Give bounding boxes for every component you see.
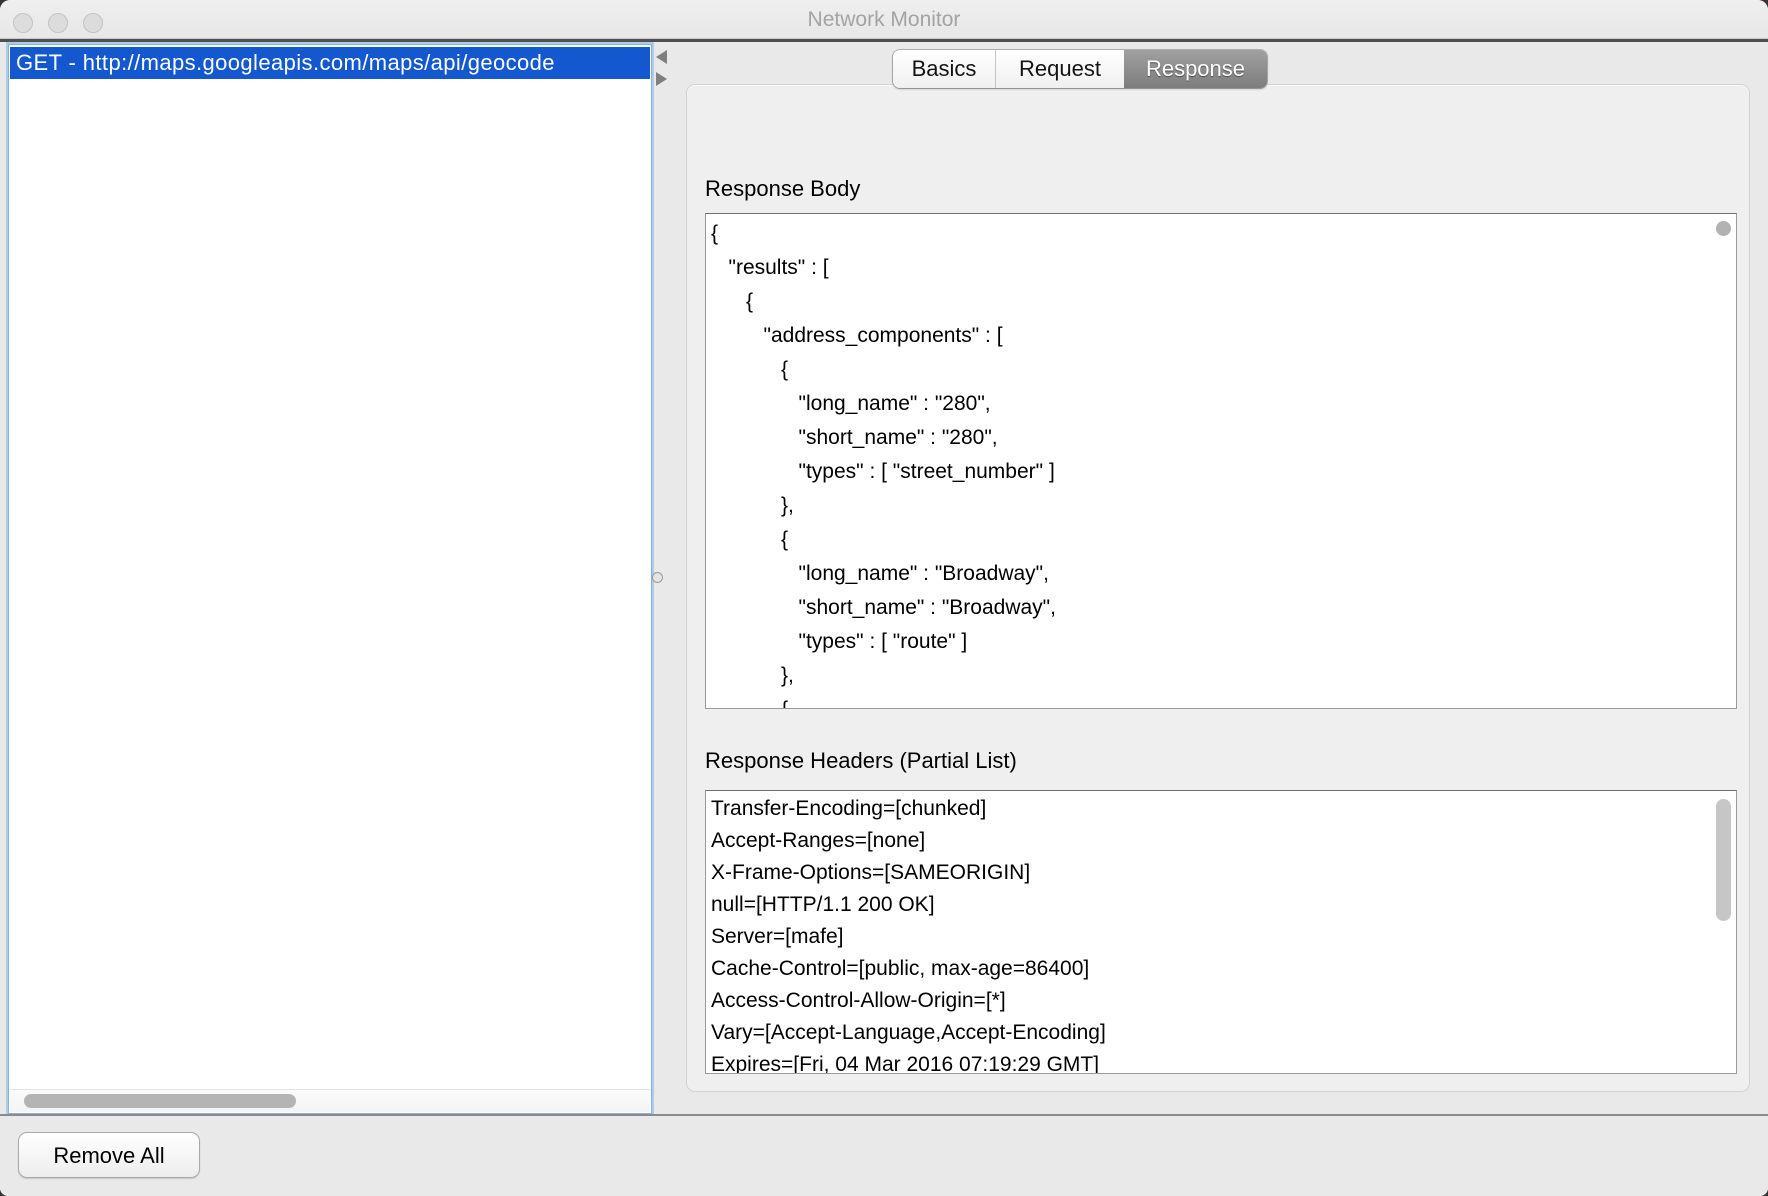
body-scroll-thumb[interactable] — [1716, 221, 1731, 236]
response-headers-textarea[interactable]: Transfer-Encoding=[chunked] Accept-Range… — [705, 790, 1737, 1074]
response-body-text: { "results" : [ { "address_components" :… — [706, 214, 1736, 709]
content-top-divider — [0, 39, 1768, 42]
tab-request[interactable]: Request — [996, 50, 1124, 88]
tab-basics[interactable]: Basics — [893, 50, 996, 88]
tab-bar: Basics Request Response — [893, 50, 1267, 88]
remove-all-button[interactable]: Remove All — [18, 1132, 200, 1178]
request-list-item-selected[interactable]: GET - http://maps.googleapis.com/maps/ap… — [10, 47, 650, 79]
split-collapse-right-icon[interactable] — [656, 72, 667, 86]
horizontal-scroll-thumb[interactable] — [24, 1094, 296, 1108]
response-body-label: Response Body — [705, 176, 860, 202]
network-monitor-window: Network Monitor GET - http://maps.google… — [0, 0, 1768, 1196]
title-bar: Network Monitor — [0, 0, 1768, 39]
response-headers-label: Response Headers (Partial List) — [705, 748, 1017, 774]
request-list[interactable]: GET - http://maps.googleapis.com/maps/ap… — [8, 44, 652, 1114]
response-headers-text: Transfer-Encoding=[chunked] Accept-Range… — [706, 791, 1736, 1074]
request-list-horizontal-scrollbar[interactable] — [10, 1089, 650, 1112]
footer-bar: Remove All — [0, 1116, 1768, 1196]
window-title: Network Monitor — [0, 8, 1768, 32]
tab-response[interactable]: Response — [1124, 50, 1267, 88]
headers-scroll-thumb[interactable] — [1716, 799, 1731, 921]
split-collapse-left-icon[interactable] — [656, 50, 667, 64]
splitter-handle-icon[interactable] — [652, 572, 663, 583]
response-body-textarea[interactable]: { "results" : [ { "address_components" :… — [705, 213, 1737, 709]
